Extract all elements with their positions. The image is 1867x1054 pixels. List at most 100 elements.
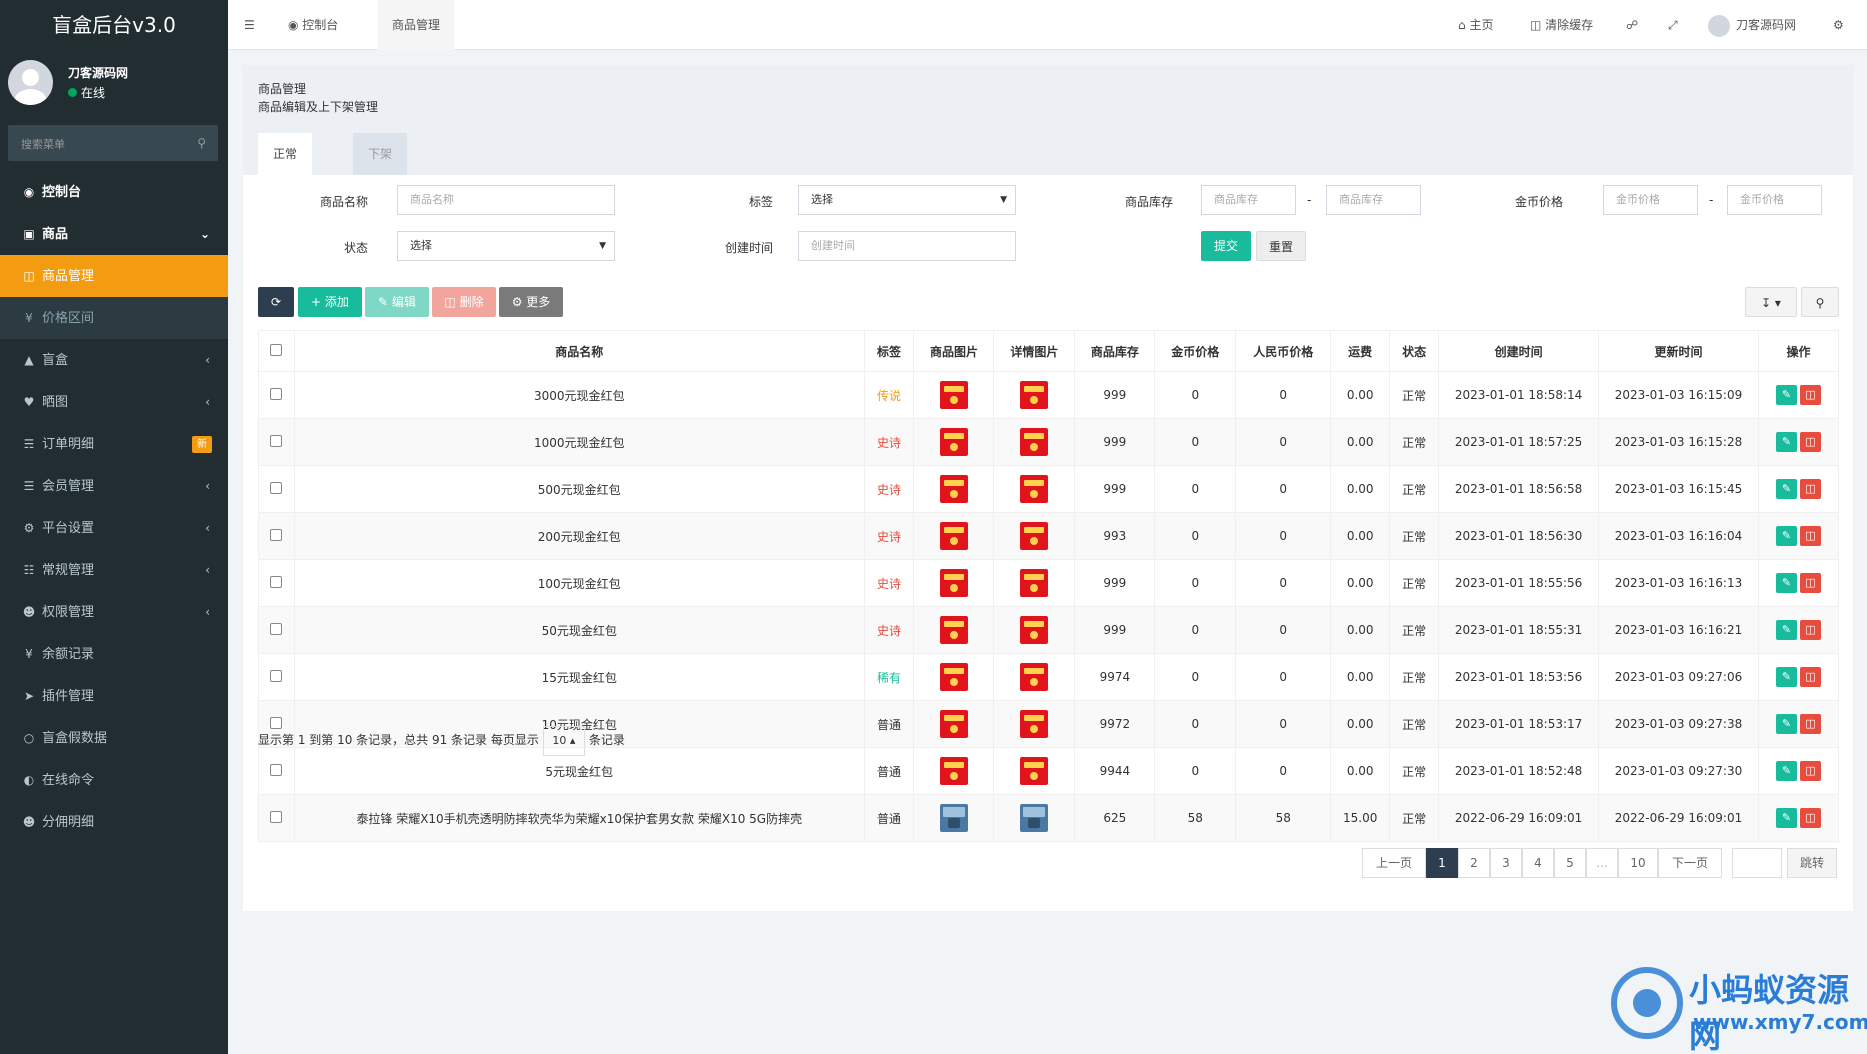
sidebar-item-commission[interactable]: ☻ 分佣明细 xyxy=(0,801,228,843)
detail-image[interactable] xyxy=(1020,710,1049,738)
checkbox[interactable] xyxy=(270,763,283,776)
detail-image[interactable] xyxy=(1020,616,1049,644)
menu-toggle-icon[interactable]: ☰ xyxy=(244,0,255,50)
row-edit-button[interactable]: ✎ xyxy=(1775,761,1797,781)
cell-detail-image[interactable] xyxy=(993,794,1076,842)
col-stock[interactable]: 商品库存 xyxy=(1074,330,1156,372)
cell-detail-image[interactable] xyxy=(993,371,1076,419)
sidebar-item-platform-settings[interactable]: ⚙ 平台设置 ‹ xyxy=(0,507,228,549)
product-image[interactable] xyxy=(939,475,968,503)
filter-gold-max[interactable]: 金币价格 xyxy=(1727,185,1822,215)
cell-image[interactable] xyxy=(913,371,995,419)
row-checkbox-cell[interactable] xyxy=(258,371,295,419)
jump-button[interactable]: 跳转 xyxy=(1787,848,1837,878)
page-button[interactable]: 1 xyxy=(1426,848,1458,878)
sidebar-item-members[interactable]: ☰ 会员管理 ‹ xyxy=(0,465,228,507)
row-checkbox-cell[interactable] xyxy=(258,794,295,842)
table-row[interactable]: 50元现金红包 史诗 999 0 0 0.00 正常 2023-01-01 18:55:31 2… xyxy=(258,606,1840,654)
sidebar-item-general[interactable]: ☷ 常规管理 ‹ xyxy=(0,549,228,591)
cell-detail-image[interactable] xyxy=(993,465,1076,513)
tab-normal[interactable]: 正常 xyxy=(258,133,313,175)
checkbox[interactable] xyxy=(270,481,283,494)
row-delete-button[interactable]: ◫ xyxy=(1799,573,1821,593)
sidebar-item-fake-data[interactable]: ○ 盲盒假数据 xyxy=(0,717,228,759)
sidebar-item-blindbox[interactable]: ▲ 盲盒 ‹ xyxy=(0,339,228,381)
cell-image[interactable] xyxy=(913,747,995,795)
row-delete-button[interactable]: ◫ xyxy=(1799,385,1821,405)
row-edit-button[interactable]: ✎ xyxy=(1775,808,1797,828)
col-gold[interactable]: 金币价格 xyxy=(1154,330,1237,372)
table-row[interactable]: 1000元现金红包 史诗 999 0 0 0.00 正常 2023-01-01 18:57:2… xyxy=(258,418,1840,466)
col-image[interactable]: 商品图片 xyxy=(913,330,995,372)
sidebar-item-plugins[interactable]: ➤ 插件管理 xyxy=(0,675,228,717)
checkbox[interactable] xyxy=(270,575,283,588)
table-row[interactable]: 500元现金红包 史诗 999 0 0 0.00 正常 2023-01-01 18:56:58… xyxy=(258,465,1840,513)
product-image[interactable] xyxy=(939,569,968,597)
row-edit-button[interactable]: ✎ xyxy=(1775,573,1797,593)
product-image[interactable] xyxy=(939,663,968,691)
cell-detail-image[interactable] xyxy=(993,700,1076,748)
user-menu[interactable]: 刀客源码网 xyxy=(1708,0,1796,50)
sidebar-item-permissions[interactable]: ☻ 权限管理 ‹ xyxy=(0,591,228,633)
row-delete-button[interactable]: ◫ xyxy=(1799,479,1821,499)
row-edit-button[interactable]: ✎ xyxy=(1775,432,1797,452)
cell-image[interactable] xyxy=(913,418,995,466)
reset-button[interactable]: 重置 xyxy=(1256,231,1306,261)
sidebar-search[interactable]: 搜索菜单 ⚲ xyxy=(8,125,218,161)
cell-image[interactable] xyxy=(913,606,995,654)
tab-goods-manage[interactable]: 商品管理 xyxy=(378,0,455,50)
checkbox[interactable] xyxy=(270,528,283,541)
col-rmb[interactable]: 人民币价格 xyxy=(1235,330,1332,372)
detail-image[interactable] xyxy=(1020,381,1049,409)
row-checkbox-cell[interactable] xyxy=(258,653,295,701)
cell-detail-image[interactable] xyxy=(993,512,1076,560)
filter-name-input[interactable]: 商品名称 xyxy=(397,185,615,215)
table-row[interactable]: 15元现金红包 稀有 9974 0 0 0.00 正常 2023-01-01 18:53:56… xyxy=(258,653,1840,701)
refresh-button[interactable]: ⟳ xyxy=(258,287,294,317)
detail-image[interactable] xyxy=(1020,569,1049,597)
row-delete-button[interactable]: ◫ xyxy=(1799,761,1821,781)
cell-image[interactable] xyxy=(913,512,995,560)
checkbox[interactable] xyxy=(270,622,283,635)
row-delete-button[interactable]: ◫ xyxy=(1799,620,1821,640)
product-image[interactable] xyxy=(939,804,968,832)
delete-button[interactable]: ◫ 删除 xyxy=(432,287,496,317)
page-button[interactable]: 3 xyxy=(1490,848,1522,878)
col-shipping[interactable]: 运费 xyxy=(1330,330,1391,372)
checkbox[interactable] xyxy=(270,434,283,447)
sidebar-item-online-command[interactable]: ◐ 在线命令 xyxy=(0,759,228,801)
checkbox[interactable] xyxy=(270,669,283,682)
page-button[interactable]: 5 xyxy=(1554,848,1586,878)
sidebar-item-goods[interactable]: ▣ 商品 ⌄ xyxy=(0,213,228,255)
table-row[interactable]: 3000元现金红包 传说 999 0 0 0.00 正常 2023-01-01 18:58:1… xyxy=(258,371,1840,419)
page-size-select[interactable]: 10 ▴ xyxy=(542,725,585,756)
sidebar-item-photos[interactable]: ♥ 晒图 ‹ xyxy=(0,381,228,423)
sidebar-item-balance[interactable]: ¥ 余额记录 xyxy=(0,633,228,675)
row-checkbox-cell[interactable] xyxy=(258,465,295,513)
row-checkbox-cell[interactable] xyxy=(258,606,295,654)
detail-image[interactable] xyxy=(1020,428,1049,456)
filter-status-select[interactable]: 选择 ▼ xyxy=(397,231,615,261)
language-icon[interactable]: ☍ xyxy=(1626,0,1638,50)
tab-dashboard[interactable]: ◉ 控制台 xyxy=(288,0,338,50)
cell-image[interactable] xyxy=(913,700,995,748)
edit-button[interactable]: ✎ 编辑 xyxy=(365,287,429,317)
cell-detail-image[interactable] xyxy=(993,606,1076,654)
col-name[interactable]: 商品名称 xyxy=(293,330,865,372)
checkbox[interactable] xyxy=(270,343,283,356)
export-button[interactable]: ↧ ▾ xyxy=(1745,287,1797,317)
product-image[interactable] xyxy=(939,616,968,644)
fullscreen-icon[interactable]: ⤢ xyxy=(1668,0,1678,50)
table-row[interactable]: 100元现金红包 史诗 999 0 0 0.00 正常 2023-01-01 18:55:56… xyxy=(258,559,1840,607)
product-image[interactable] xyxy=(939,710,968,738)
jump-page-input[interactable] xyxy=(1732,848,1782,878)
cell-image[interactable] xyxy=(913,794,995,842)
row-checkbox-cell[interactable] xyxy=(258,512,295,560)
filter-gold-min[interactable]: 金币价格 xyxy=(1603,185,1698,215)
row-delete-button[interactable]: ◫ xyxy=(1799,526,1821,546)
detail-image[interactable] xyxy=(1020,522,1049,550)
cell-detail-image[interactable] xyxy=(993,747,1076,795)
row-edit-button[interactable]: ✎ xyxy=(1775,526,1797,546)
row-edit-button[interactable]: ✎ xyxy=(1775,385,1797,405)
cell-image[interactable] xyxy=(913,653,995,701)
